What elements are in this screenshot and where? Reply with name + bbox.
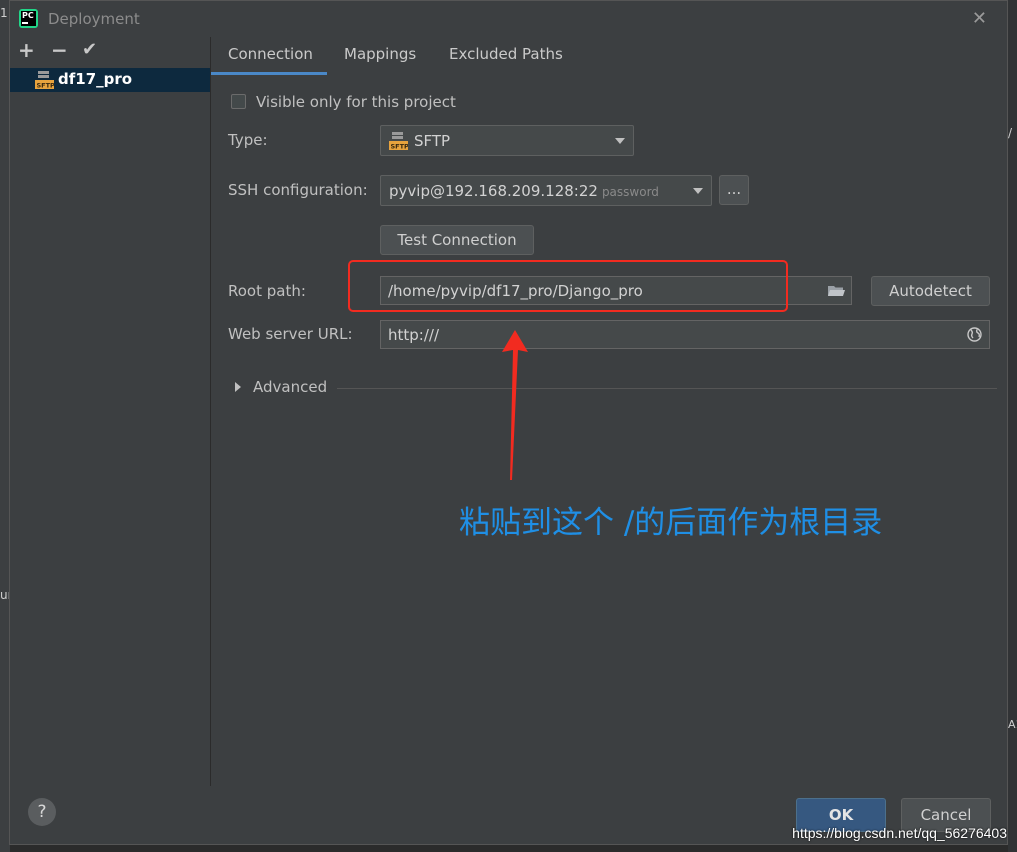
minus-icon[interactable]: − <box>51 39 68 61</box>
active-tab-indicator <box>211 72 327 75</box>
connection-form: Visible only for this project Type: SFTP… <box>211 76 1007 786</box>
ssh-auth-hint: password <box>601 185 659 199</box>
tab-connection[interactable]: Connection <box>228 45 313 63</box>
root-path-label: Root path: <box>228 282 306 300</box>
svg-text:SFTP: SFTP <box>391 143 409 151</box>
visible-only-label: Visible only for this project <box>256 93 456 111</box>
annotation-arrow-icon <box>502 330 528 480</box>
server-item-df17-pro[interactable]: SFTP df17_pro <box>10 68 210 92</box>
type-select[interactable]: SFTP SFTP <box>380 125 634 156</box>
visible-only-checkbox[interactable] <box>231 94 246 109</box>
ssh-config-label: SSH configuration: <box>228 181 368 199</box>
folder-icon[interactable] <box>828 285 845 297</box>
pycharm-logo-icon: PC <box>19 9 38 28</box>
advanced-section-toggle[interactable]: Advanced <box>235 378 997 398</box>
tab-excluded-paths[interactable]: Excluded Paths <box>449 45 563 63</box>
tab-mappings[interactable]: Mappings <box>344 45 416 63</box>
sftp-icon: SFTP <box>35 71 54 90</box>
tab-bar: Connection Mappings Excluded Paths <box>211 37 1007 76</box>
window-title: Deployment <box>48 10 140 28</box>
ide-glyph: / <box>1008 126 1013 140</box>
test-connection-button[interactable]: Test Connection <box>380 225 534 255</box>
close-icon[interactable]: ✕ <box>972 8 987 29</box>
ssh-config-select[interactable]: pyvip@192.168.209.128:22 password <box>380 175 712 206</box>
web-server-url-value: http:/// <box>388 326 440 344</box>
type-label: Type: <box>228 131 268 149</box>
web-server-url-label: Web server URL: <box>228 325 353 343</box>
root-path-input[interactable]: /home/pyvip/df17_pro/Django_pro <box>380 276 852 305</box>
annotation-text: 粘贴到这个 /的后面作为根目录 <box>459 505 883 541</box>
root-path-value: /home/pyvip/df17_pro/Django_pro <box>388 282 643 300</box>
type-value: SFTP <box>414 132 451 150</box>
server-list-panel: + − ✔ SFTP df17_pro <box>10 37 211 786</box>
globe-icon[interactable] <box>967 327 982 342</box>
ssh-config-value: pyvip@192.168.209.128:22 <box>389 182 598 200</box>
server-toolbar: + − ✔ <box>10 37 210 65</box>
ide-glyph: 1 <box>0 6 8 20</box>
check-icon[interactable]: ✔ <box>82 39 97 61</box>
watermark: https://blog.csdn.net/qq_56276403 <box>792 825 1007 841</box>
chevron-down-icon <box>693 188 703 194</box>
advanced-label: Advanced <box>253 378 328 396</box>
plus-icon[interactable]: + <box>18 39 35 61</box>
section-divider <box>337 388 997 389</box>
help-button[interactable]: ? <box>28 798 56 826</box>
ssh-config-more-button[interactable]: ... <box>719 175 749 205</box>
chevron-down-icon <box>615 138 625 144</box>
ide-glyph: A1 <box>1008 718 1017 731</box>
svg-text:SFTP: SFTP <box>37 82 55 90</box>
server-label: df17_pro <box>58 70 133 88</box>
web-server-url-input[interactable]: http:/// <box>380 320 990 349</box>
ide-right-strip: / A1 <box>1008 0 1017 852</box>
title-bar: PC Deployment ✕ <box>10 1 1007 37</box>
autodetect-button[interactable]: Autodetect <box>871 276 990 306</box>
app-icon-text: PC <box>22 11 34 20</box>
sftp-icon: SFTP <box>389 132 408 151</box>
chevron-right-icon <box>235 382 241 392</box>
